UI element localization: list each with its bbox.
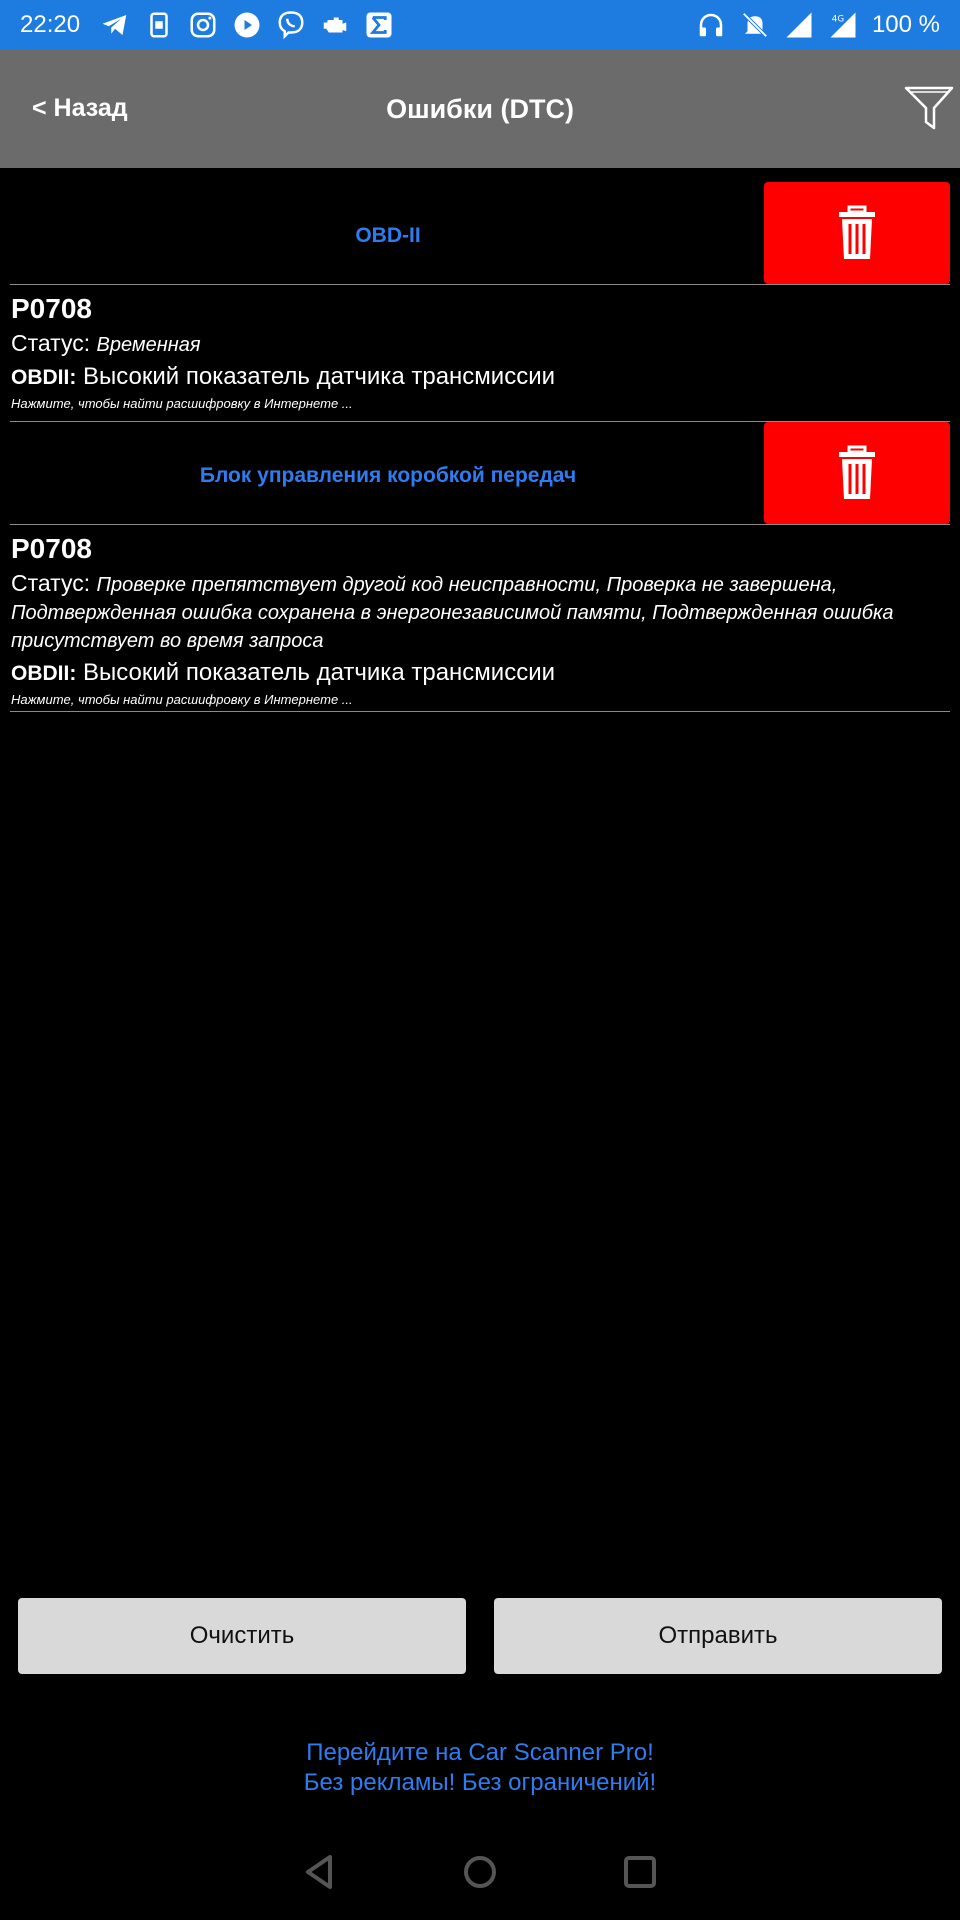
system-status-icons: 4G 100 % xyxy=(696,10,940,40)
headphones-icon xyxy=(696,10,726,40)
status-value: Временная xyxy=(96,334,201,356)
dtc-list: OBD-II P0708 Статус: Временная OBDII: Вы… xyxy=(0,168,960,712)
signal-4g-icon: 4G xyxy=(828,10,858,40)
nav-home-icon[interactable] xyxy=(460,1852,500,1892)
dtc-description: OBDII: Высокий показатель датчика трансм… xyxy=(11,658,950,689)
status-label: Статус: xyxy=(11,570,91,596)
sigma-icon xyxy=(364,10,394,40)
desc-prefix: OBDII: xyxy=(11,662,77,685)
page-title: Ошибки (DTC) xyxy=(386,94,574,124)
section-header: Блок управления коробкой передач xyxy=(0,422,960,524)
desc-text: Высокий показатель датчика трансмиссии xyxy=(83,659,556,686)
status-value: Проверке препятствует другой код неиспра… xyxy=(11,574,894,652)
desc-prefix: OBDII: xyxy=(11,366,77,389)
dtc-item[interactable]: P0708 Статус: Проверке препятствует друг… xyxy=(0,525,960,711)
notification-icons xyxy=(100,10,394,40)
section-header: OBD-II xyxy=(0,168,960,284)
nav-recents-icon[interactable] xyxy=(620,1852,660,1892)
trash-icon xyxy=(839,445,875,499)
desc-text: Высокий показатель датчика трансмиссии xyxy=(83,363,556,390)
search-hint-link[interactable]: Нажмите, чтобы найти расшифровку в Интер… xyxy=(11,691,950,709)
promo-line-2: Без рекламы! Без ограничений! xyxy=(303,1769,657,1796)
dtc-status: Статус: Проверке препятствует другой код… xyxy=(11,570,950,654)
trash-icon xyxy=(839,205,875,259)
delete-button[interactable] xyxy=(764,422,950,524)
telegram-icon xyxy=(100,10,130,40)
sim-icon xyxy=(144,10,174,40)
dtc-code: P0708 xyxy=(11,293,92,324)
nav-back-icon[interactable] xyxy=(300,1852,340,1892)
viber-icon xyxy=(276,10,306,40)
dtc-description: OBDII: Высокий показатель датчика трансм… xyxy=(11,362,950,393)
instagram-icon xyxy=(188,10,218,40)
section-title: OBD-II xyxy=(355,224,421,247)
promo-link[interactable]: Перейдите на Car Scanner Pro! Без реклам… xyxy=(0,1738,960,1798)
delete-button[interactable] xyxy=(764,182,950,284)
dtc-status: Статус: Временная xyxy=(11,330,950,358)
clear-button[interactable]: Очистить xyxy=(18,1598,466,1674)
section-title: Блок управления коробкой передач xyxy=(199,464,577,487)
play-icon xyxy=(232,10,262,40)
bell-off-icon xyxy=(740,10,770,40)
status-bar: 22:20 4G 100 % xyxy=(0,0,960,50)
app-header: < Назад Ошибки (DTC) xyxy=(0,50,960,168)
battery-level: 100 % xyxy=(871,11,940,38)
dtc-code: P0708 xyxy=(11,533,92,564)
navigation-bar xyxy=(0,1824,960,1920)
engine-icon xyxy=(320,10,350,40)
svg-text:4G: 4G xyxy=(832,14,845,24)
status-time: 22:20 xyxy=(20,11,81,38)
status-label: Статус: xyxy=(11,330,91,356)
send-button[interactable]: Отправить xyxy=(494,1598,942,1674)
divider xyxy=(10,711,950,712)
filter-icon[interactable] xyxy=(902,82,956,136)
promo-line-1: Перейдите на Car Scanner Pro! xyxy=(306,1739,654,1766)
signal-icon xyxy=(784,10,814,40)
dtc-item[interactable]: P0708 Статус: Временная OBDII: Высокий п… xyxy=(0,285,960,421)
search-hint-link[interactable]: Нажмите, чтобы найти расшифровку в Интер… xyxy=(11,395,950,413)
